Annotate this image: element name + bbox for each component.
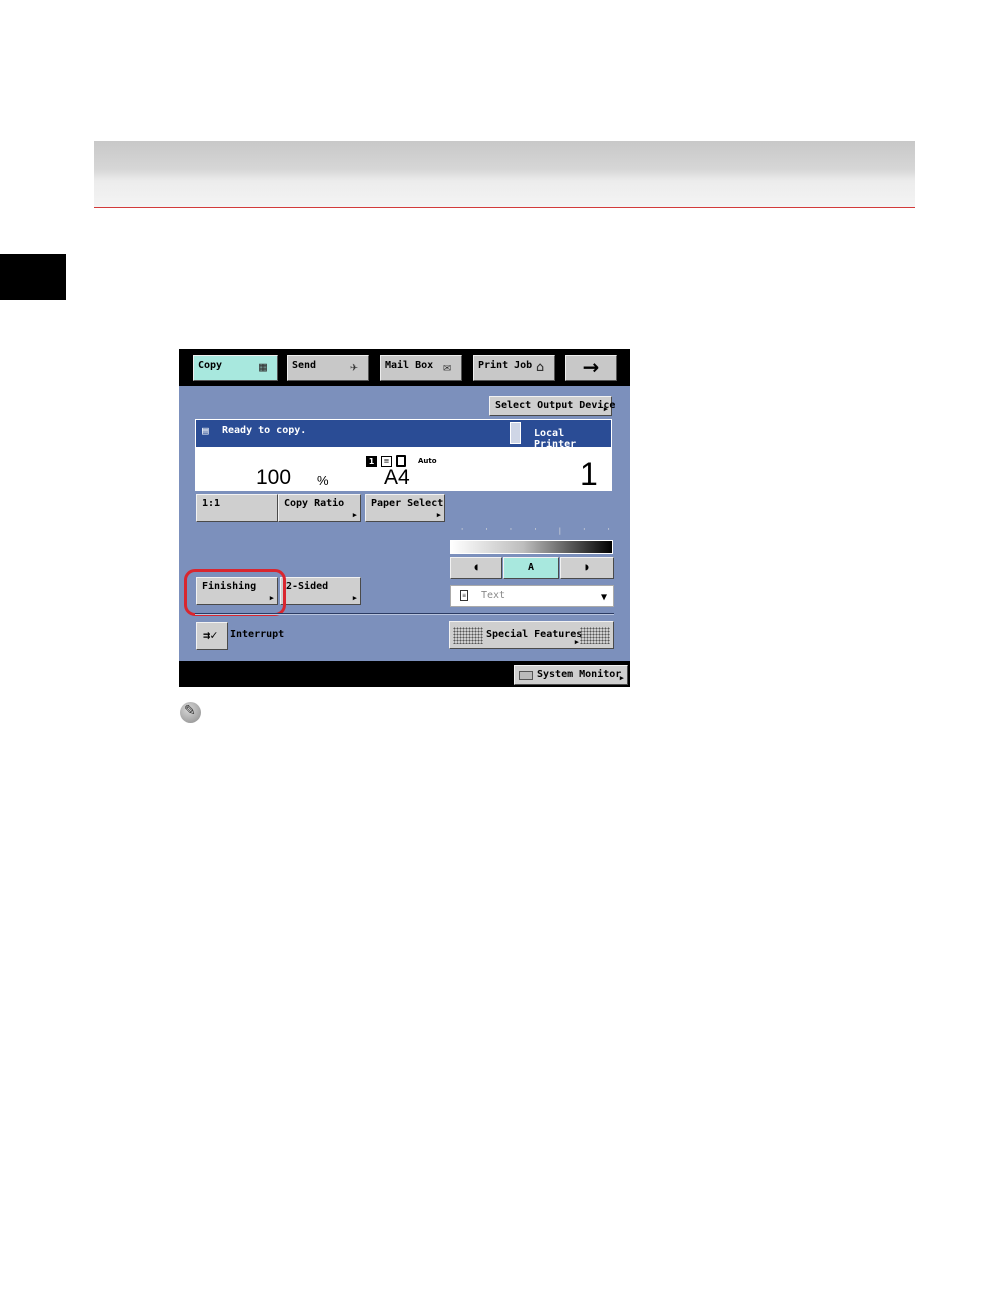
system-monitor-icon (519, 671, 533, 680)
image-type-dropdown[interactable]: ≡ Text ▼ (450, 585, 614, 607)
tab-mail-box-label: Mail Box (385, 360, 434, 371)
triangle-right-icon: ▶ (352, 594, 357, 602)
copy-ratio-button[interactable]: Copy Ratio ▶ (278, 494, 361, 522)
two-sided-button[interactable]: 2-Sided ▶ (280, 577, 361, 605)
darker-density-button[interactable]: ◗ (560, 557, 614, 579)
paper-select-label: Paper Select (371, 498, 444, 509)
tab-print-job-label: Print Job (478, 360, 533, 371)
pencil-note-icon: ✎ (180, 702, 201, 723)
interrupt-label: Interrupt (230, 629, 285, 640)
copy-ratio-label: Copy Ratio (284, 498, 345, 509)
one-to-one-button[interactable]: 1:1 (196, 494, 278, 522)
special-features-pattern-right (580, 627, 610, 644)
tab-send-label: Send (292, 360, 317, 371)
next-function-button[interactable]: → (565, 355, 617, 381)
finishing-highlight-ring (184, 569, 286, 616)
section-header-band (94, 141, 915, 208)
triangle-right-icon: ▶ (619, 674, 624, 682)
copy-count: 1 (580, 456, 598, 492)
status-bar: ▤ Ready to copy. Local Printer (196, 420, 611, 450)
tab-copy-label: Copy (198, 360, 223, 371)
triangle-right-icon: ▶ (574, 638, 579, 646)
image-type-value: Text (481, 590, 506, 601)
status-message: Ready to copy. (222, 425, 307, 436)
copier-touch-panel: Copy ▦ Send ✈ Mail Box ✉ Print Job ⌂ → S… (179, 349, 630, 687)
special-features-pattern-left (453, 627, 483, 644)
status-display: ▤ Ready to copy. Local Printer 100 % 1 ≡… (195, 419, 612, 492)
lighter-density-button[interactable]: ◖ (450, 557, 502, 579)
interrupt-icon: ⇉✓ (203, 628, 218, 642)
print-job-icon: ⌂ (536, 360, 544, 375)
send-icon: ✈ (350, 360, 358, 375)
function-tabs-bar: Copy ▦ Send ✈ Mail Box ✉ Print Job ⌂ → (179, 349, 630, 386)
system-monitor-label: System Monitor (537, 669, 622, 680)
auto-density-button[interactable]: A (503, 557, 559, 579)
tab-send[interactable]: Send ✈ (287, 355, 369, 381)
select-output-device-button[interactable]: Select Output Device ▶ (489, 396, 616, 416)
special-features-label: Special Features (486, 629, 583, 640)
chapter-tab-marker (0, 254, 66, 300)
lighter-icon: ◖ (472, 562, 480, 573)
text-document-icon: ≡ (460, 590, 468, 601)
paper-select-button[interactable]: Paper Select ▶ (365, 494, 445, 522)
density-scale (450, 540, 613, 554)
two-sided-label: 2-Sided (286, 581, 329, 592)
select-output-device-label: Select Output Device (495, 400, 616, 411)
tab-copy[interactable]: Copy ▦ (193, 355, 278, 381)
triangle-right-icon: ▶ (352, 511, 357, 519)
copy-ratio-value: 100 (256, 466, 292, 489)
interrupt-button[interactable]: ⇉✓ (196, 622, 228, 650)
paper-size: A4 (384, 466, 410, 489)
system-monitor-button[interactable]: System Monitor ▶ (514, 665, 628, 685)
original-count-icon: 1 (366, 456, 377, 467)
printer-icon (510, 422, 521, 444)
paper-mode: Auto (418, 457, 437, 465)
special-features-button[interactable]: Special Features ▶ (449, 621, 614, 649)
copy-ratio-unit: % (317, 473, 329, 488)
one-to-one-label: 1:1 (202, 498, 221, 509)
density-scale-ticks: ' ' ' ' | ' ' ' ' (460, 527, 630, 535)
divider (195, 614, 614, 615)
auto-density-label: A (527, 562, 535, 573)
copy-icon: ▦ (259, 360, 267, 375)
copy-status-icon: ▤ (202, 424, 209, 437)
triangle-right-icon: ▶ (436, 511, 441, 519)
output-destination: Local Printer (534, 428, 577, 450)
chevron-down-icon: ▼ (600, 592, 607, 603)
darker-icon: ◗ (583, 562, 591, 573)
copy-screen: Copy ▦ Send ✈ Mail Box ✉ Print Job ⌂ → S… (179, 349, 630, 661)
tab-mail-box[interactable]: Mail Box ✉ (380, 355, 462, 381)
triangle-right-icon: ▶ (603, 405, 608, 413)
mailbox-icon: ✉ (443, 360, 451, 375)
tab-print-job[interactable]: Print Job ⌂ (473, 355, 555, 381)
